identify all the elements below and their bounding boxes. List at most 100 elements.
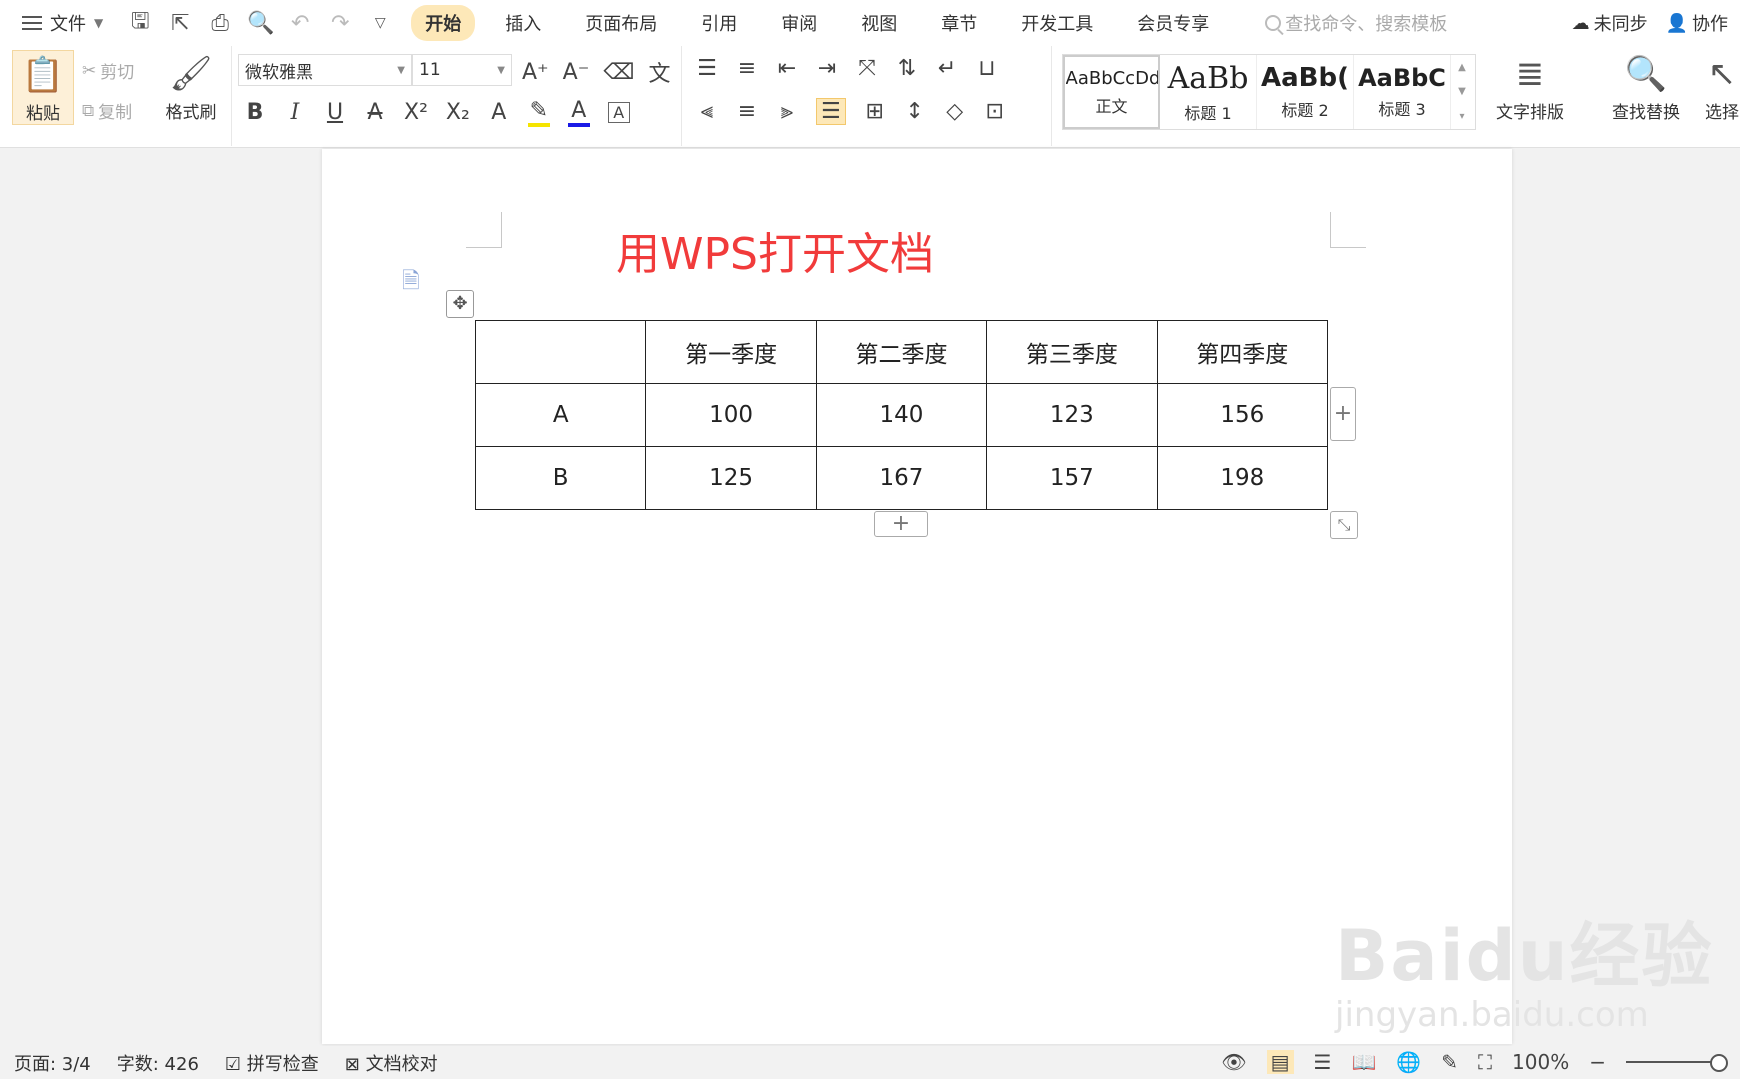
page-view-icon[interactable]: ▤ <box>1266 1050 1294 1074</box>
customize-toolbar-icon[interactable]: ▽ <box>367 15 393 31</box>
align-center-icon[interactable]: ≡ <box>736 99 758 124</box>
superscript-icon[interactable]: X² <box>404 100 428 125</box>
clear-format-icon[interactable]: ⌫ <box>603 60 634 85</box>
paragraph-layout-icon[interactable]: 🗎 <box>402 264 420 302</box>
table-cell[interactable]: 167 <box>815 446 988 510</box>
increase-indent-icon[interactable]: ⇥ <box>816 56 838 81</box>
copy-button[interactable]: ⧉ 复制 <box>82 98 132 124</box>
print-preview-icon[interactable]: 🔍 <box>247 11 274 36</box>
web-view-icon[interactable]: 🌐 <box>1396 1050 1421 1074</box>
styles-scroll[interactable]: ▲ ▼ ▾ <box>1451 55 1473 129</box>
grow-font-icon[interactable]: A⁺ <box>522 60 549 85</box>
write-mode-icon[interactable]: ✎ <box>1441 1050 1458 1074</box>
tab-review[interactable]: 审阅 <box>767 5 831 41</box>
font-color-icon[interactable]: A <box>567 98 590 127</box>
style-heading-3[interactable]: AaBbC 标题 3 <box>1354 55 1451 129</box>
line-spacing-icon[interactable]: ↕ <box>904 99 926 124</box>
table-cell[interactable]: 123 <box>986 383 1158 447</box>
redo-icon[interactable]: ↷ <box>327 11 353 36</box>
tab-page-layout[interactable]: 页面布局 <box>571 5 671 41</box>
table-cell[interactable]: 157 <box>986 446 1158 510</box>
highlight-icon[interactable]: ✎ <box>527 98 550 127</box>
find-replace-button[interactable]: 🔍 查找替换 <box>1612 50 1680 123</box>
numbered-list-icon[interactable]: ≡ <box>736 56 758 81</box>
bullet-list-icon[interactable]: ☰ <box>696 56 718 81</box>
tab-insert[interactable]: 插入 <box>491 5 555 41</box>
zoom-level[interactable]: 100% <box>1512 1050 1569 1074</box>
table-cell[interactable]: A <box>474 383 647 447</box>
zoom-out-icon[interactable]: − <box>1589 1050 1606 1074</box>
doc-proof-button[interactable]: ⊠ 文档校对 <box>345 1050 438 1076</box>
save-icon[interactable]: 🖫 <box>127 4 153 42</box>
add-column-button[interactable]: + <box>1330 387 1356 441</box>
tab-references[interactable]: 引用 <box>687 5 751 41</box>
file-menu[interactable]: 文件 ▼ <box>22 10 103 36</box>
table-cell[interactable]: 第三季度 <box>986 320 1158 384</box>
table-cell[interactable]: 第二季度 <box>815 320 988 384</box>
sync-button[interactable]: ☁ 未同步 <box>1572 10 1648 36</box>
paste-button[interactable]: 📋 粘贴 <box>12 50 74 125</box>
distributed-icon[interactable]: ⊞ <box>864 99 886 124</box>
export-icon[interactable]: ⇱ <box>167 11 193 36</box>
collab-button[interactable]: 👤 协作 <box>1666 10 1728 36</box>
tab-section[interactable]: 章节 <box>927 5 991 41</box>
add-row-button[interactable]: + <box>874 511 928 537</box>
text-effect-icon[interactable]: A <box>488 100 510 125</box>
chevron-down-icon[interactable]: ▼ <box>1458 86 1466 97</box>
table-resize-handle[interactable]: ⤡ <box>1330 511 1358 539</box>
expand-icon[interactable]: ▾ <box>1459 111 1464 122</box>
table-cell[interactable]: 第一季度 <box>645 320 817 384</box>
select-button[interactable]: ↖ 选择 <box>1704 50 1740 123</box>
table-cell[interactable]: B <box>474 446 647 510</box>
undo-icon[interactable]: ↶ <box>287 11 313 36</box>
outline-view-icon[interactable]: ☰ <box>1314 1050 1332 1074</box>
fit-page-icon[interactable]: ⛶ <box>1478 1050 1492 1074</box>
phonetic-guide-icon[interactable]: 文 <box>648 56 670 88</box>
zoom-slider[interactable] <box>1626 1054 1728 1072</box>
bold-icon[interactable]: B <box>244 100 266 125</box>
tab-start[interactable]: 开始 <box>411 5 476 41</box>
font-name-select[interactable]: 微软雅黑 ▼ <box>238 54 412 86</box>
tab-member[interactable]: 会员专享 <box>1123 5 1223 41</box>
table-cell[interactable]: 140 <box>815 383 988 447</box>
align-right-icon[interactable]: ⫸ <box>776 99 798 124</box>
print-icon[interactable]: ⎙ <box>207 11 233 36</box>
eye-protection-icon[interactable]: 👁 <box>1221 1050 1246 1074</box>
borders-icon[interactable]: ⊡ <box>984 99 1006 124</box>
subscript-icon[interactable]: X₂ <box>446 100 470 125</box>
word-count[interactable]: 字数: 426 <box>117 1050 199 1076</box>
shading-icon[interactable]: ◇ <box>944 99 966 124</box>
document-page[interactable] <box>322 149 1512 1044</box>
style-heading-1[interactable]: AaBb 标题 1 <box>1160 55 1257 129</box>
command-search[interactable]: 查找命令、搜索模板 <box>1265 10 1447 36</box>
underline-icon[interactable]: U <box>324 100 346 125</box>
sort-icon[interactable]: ⇅ <box>896 56 918 81</box>
page-indicator[interactable]: 页面: 3/4 <box>14 1050 91 1076</box>
shrink-font-icon[interactable]: A⁻ <box>563 60 590 85</box>
spell-check-button[interactable]: ☑ 拼写检查 <box>225 1050 319 1076</box>
style-heading-2[interactable]: AaBb( 标题 2 <box>1257 55 1354 129</box>
italic-icon[interactable]: I <box>284 100 306 125</box>
font-size-select[interactable]: 11 ▼ <box>412 54 512 86</box>
justify-icon[interactable]: ☰ <box>816 98 846 125</box>
table-cell[interactable]: 156 <box>1156 383 1329 447</box>
tab-developer[interactable]: 开发工具 <box>1007 5 1107 41</box>
cut-button[interactable]: ✂ 剪切 <box>82 58 134 84</box>
tab-view[interactable]: 视图 <box>847 5 911 41</box>
show-marks-icon[interactable]: ↵ <box>936 56 958 81</box>
align-left-icon[interactable]: ⫷ <box>696 99 718 124</box>
table-cell[interactable] <box>474 320 647 384</box>
decrease-indent-icon[interactable]: ⇤ <box>776 56 798 81</box>
tab-stops-icon[interactable]: ⊔ <box>976 56 998 81</box>
table-cell[interactable]: 198 <box>1156 446 1329 510</box>
reading-view-icon[interactable]: 📖 <box>1351 1050 1376 1074</box>
chinese-layout-icon[interactable]: ⤧ <box>856 56 878 81</box>
style-normal[interactable]: AaBbCcDd 正文 <box>1063 55 1160 129</box>
text-layout-button[interactable]: ≣ 文字排版 <box>1496 50 1564 123</box>
chevron-up-icon[interactable]: ▲ <box>1458 62 1466 73</box>
table-cell[interactable]: 100 <box>645 383 817 447</box>
table-move-handle[interactable]: ✥ <box>446 290 474 318</box>
table-cell[interactable]: 第四季度 <box>1156 320 1329 384</box>
format-painter-button[interactable]: 🖌 格式刷 <box>160 50 222 123</box>
char-border-icon[interactable]: A <box>607 102 630 123</box>
